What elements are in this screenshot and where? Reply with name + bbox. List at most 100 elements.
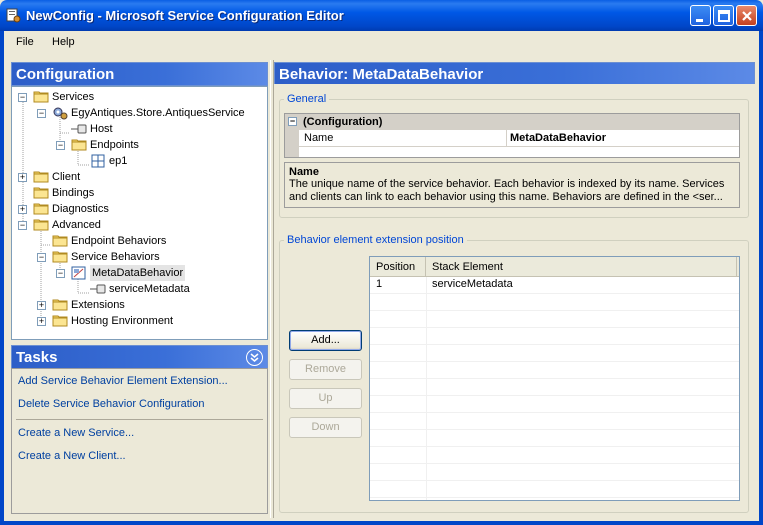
delete-behavior-configuration-link[interactable]: Delete Service Behavior Configuration bbox=[18, 398, 205, 410]
tasks-panel-title: Tasks bbox=[16, 349, 58, 366]
tree-node-label[interactable]: Endpoints bbox=[90, 137, 139, 153]
tree-node[interactable]: − MetaDataBehavior bbox=[12, 265, 267, 281]
table-row[interactable] bbox=[370, 481, 739, 498]
table-row[interactable]: 1 serviceMetadata bbox=[370, 277, 739, 294]
tree-node-label[interactable]: Hosting Environment bbox=[71, 313, 173, 329]
table-row[interactable] bbox=[370, 430, 739, 447]
property-row-name[interactable]: Name MetaDataBehavior bbox=[285, 130, 739, 146]
expand-icon[interactable]: + bbox=[37, 317, 46, 326]
tree-node[interactable]: Endpoint Behaviors bbox=[12, 233, 267, 249]
table-row[interactable] bbox=[370, 294, 739, 311]
tree-node-label[interactable]: Client bbox=[52, 169, 80, 185]
folder-icon bbox=[52, 250, 68, 263]
host-icon bbox=[71, 122, 87, 135]
collapse-icon[interactable]: − bbox=[37, 109, 46, 118]
tree-node-label[interactable]: Service Behaviors bbox=[71, 249, 160, 265]
folder-icon bbox=[33, 202, 49, 215]
table-row[interactable] bbox=[370, 362, 739, 379]
tree-node[interactable]: − Advanced bbox=[12, 217, 267, 233]
property-row-gutter bbox=[285, 130, 299, 146]
tree-node-label[interactable]: Endpoint Behaviors bbox=[71, 233, 166, 249]
up-button[interactable]: Up bbox=[289, 388, 362, 409]
table-row[interactable] bbox=[370, 345, 739, 362]
tree-node[interactable]: − Endpoints bbox=[12, 137, 267, 153]
property-divider[interactable] bbox=[506, 130, 507, 146]
grid-row-line bbox=[285, 146, 739, 147]
property-name-value[interactable]: MetaDataBehavior bbox=[510, 132, 606, 144]
collapse-category-icon[interactable]: − bbox=[288, 117, 297, 126]
table-row[interactable] bbox=[370, 311, 739, 328]
folder-icon bbox=[71, 138, 87, 151]
expand-icon[interactable]: + bbox=[37, 301, 46, 310]
folder-icon bbox=[33, 90, 49, 103]
collapse-tasks-button[interactable] bbox=[246, 349, 263, 366]
remove-button[interactable]: Remove bbox=[289, 359, 362, 380]
menu-file[interactable]: File bbox=[16, 36, 34, 48]
property-description: Name The unique name of the service beha… bbox=[284, 162, 740, 208]
tree-node[interactable]: − EgyAntiques.Store.AntiquesService bbox=[12, 105, 267, 121]
element-icon bbox=[90, 282, 106, 295]
title-bar[interactable]: NewConfig - Microsoft Service Configurat… bbox=[0, 0, 763, 31]
table-row[interactable] bbox=[370, 447, 739, 464]
folder-icon bbox=[33, 170, 49, 183]
folder-icon bbox=[52, 234, 68, 247]
menu-help[interactable]: Help bbox=[52, 36, 75, 48]
stack-element-list[interactable]: Position Stack Element 1 serviceMetadata bbox=[369, 256, 740, 501]
create-new-client-link[interactable]: Create a New Client... bbox=[18, 450, 126, 462]
tree-node[interactable]: − Service Behaviors bbox=[12, 249, 267, 265]
tree-node[interactable]: − Services bbox=[12, 89, 267, 105]
tree-node[interactable]: Host bbox=[12, 121, 267, 137]
collapse-icon[interactable]: − bbox=[56, 269, 65, 278]
tasks-divider bbox=[16, 419, 263, 420]
down-button[interactable]: Down bbox=[289, 417, 362, 438]
configuration-tree[interactable]: − Services − EgyAntiques.Store.AntiquesServ… bbox=[11, 86, 268, 340]
minimize-button[interactable] bbox=[690, 5, 711, 26]
tree-node-label[interactable]: Extensions bbox=[71, 297, 125, 313]
collapse-icon[interactable]: − bbox=[37, 253, 46, 262]
property-grid[interactable]: − (Configuration) Name MetaDataBehavior bbox=[284, 113, 740, 158]
expand-icon[interactable]: + bbox=[18, 205, 27, 214]
tree-node[interactable]: serviceMetadata bbox=[12, 281, 267, 297]
add-behavior-extension-link[interactable]: Add Service Behavior Element Extension..… bbox=[18, 375, 228, 387]
tree-node[interactable]: + Hosting Environment bbox=[12, 313, 267, 329]
app-icon[interactable] bbox=[6, 8, 21, 23]
maximize-button[interactable] bbox=[713, 5, 734, 26]
behavior-header-title: Behavior: MetaDataBehavior bbox=[279, 66, 484, 83]
list-header: Position Stack Element bbox=[370, 257, 739, 277]
window-frame-left bbox=[0, 31, 4, 525]
property-category[interactable]: − (Configuration) bbox=[285, 114, 739, 130]
tree-node-label[interactable]: Host bbox=[90, 121, 113, 137]
column-stack-element[interactable]: Stack Element bbox=[426, 257, 737, 277]
tree-node-label[interactable]: MetaDataBehavior bbox=[90, 265, 186, 281]
tree-node-label[interactable]: Advanced bbox=[52, 217, 101, 233]
tree-node[interactable]: + Client bbox=[12, 169, 267, 185]
tree-node-label[interactable]: EgyAntiques.Store.AntiquesService bbox=[71, 105, 245, 121]
collapse-icon[interactable]: − bbox=[18, 93, 27, 102]
menu-bar: File Help bbox=[4, 31, 759, 53]
tree-node[interactable]: Bindings bbox=[12, 185, 267, 201]
chevron-down-icon bbox=[250, 353, 259, 362]
tree-node[interactable]: ep1 bbox=[12, 153, 267, 169]
table-row[interactable] bbox=[370, 464, 739, 481]
column-position[interactable]: Position bbox=[370, 257, 426, 277]
property-category-label: (Configuration) bbox=[303, 116, 383, 128]
collapse-icon[interactable]: − bbox=[56, 141, 65, 150]
add-button[interactable]: Add... bbox=[289, 330, 362, 351]
tree-node[interactable]: + Diagnostics bbox=[12, 201, 267, 217]
table-row[interactable] bbox=[370, 328, 739, 345]
expand-icon[interactable]: + bbox=[18, 173, 27, 182]
table-row[interactable] bbox=[370, 396, 739, 413]
tree-node-label[interactable]: serviceMetadata bbox=[109, 281, 190, 297]
table-row[interactable] bbox=[370, 379, 739, 396]
folder-icon bbox=[33, 186, 49, 199]
tree-node-label[interactable]: Services bbox=[52, 89, 94, 105]
tree-node-label[interactable]: ep1 bbox=[109, 153, 127, 169]
create-new-service-link[interactable]: Create a New Service... bbox=[18, 427, 134, 439]
close-button[interactable] bbox=[736, 5, 757, 26]
tree-node-label[interactable]: Diagnostics bbox=[52, 201, 109, 217]
tree-node-label[interactable]: Bindings bbox=[52, 185, 94, 201]
collapse-icon[interactable]: − bbox=[18, 221, 27, 230]
table-row[interactable] bbox=[370, 413, 739, 430]
configuration-panel-header: Configuration bbox=[11, 62, 268, 86]
tree-node[interactable]: + Extensions bbox=[12, 297, 267, 313]
